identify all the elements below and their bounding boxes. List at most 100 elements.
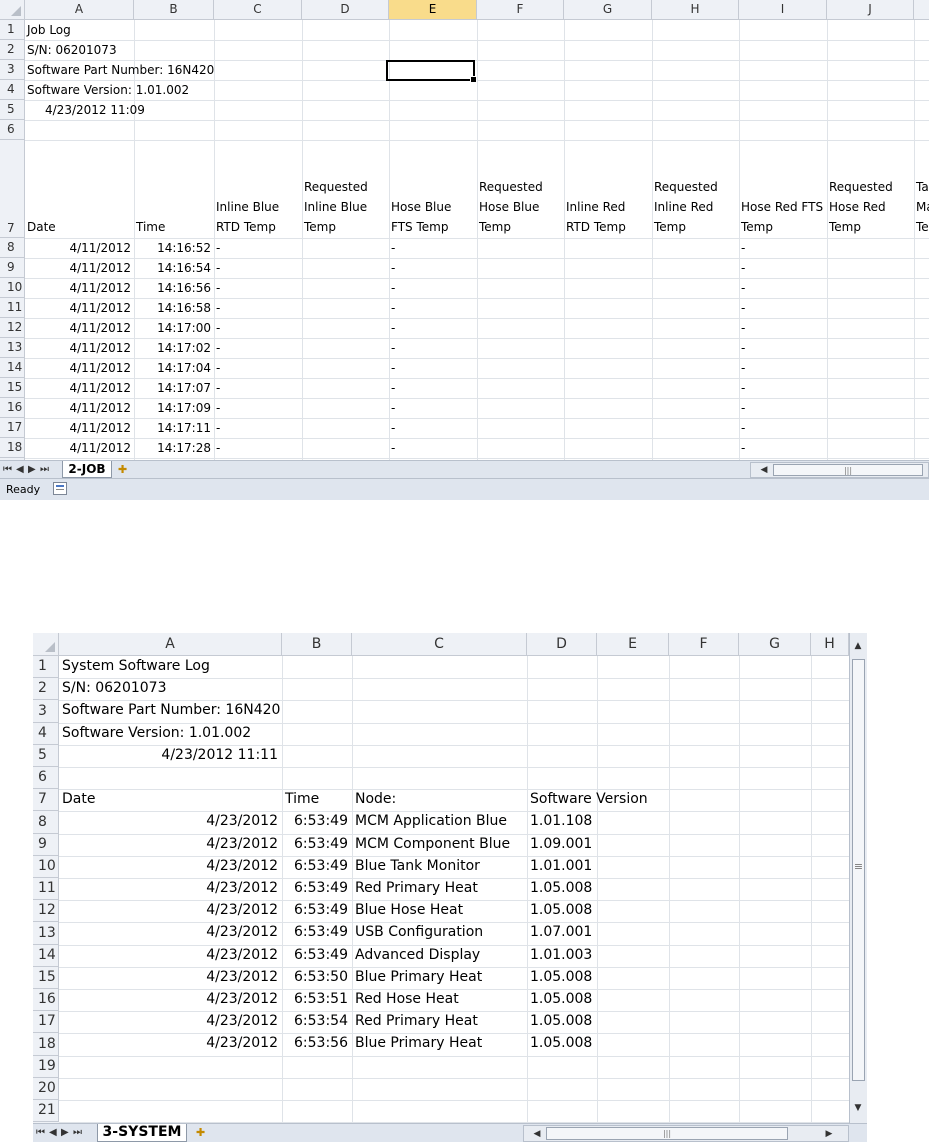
time-cell[interactable]: 6:53:54 <box>285 1013 348 1029</box>
row-header-17[interactable]: 17 <box>0 418 25 438</box>
header-cell[interactable]: Temp <box>654 220 686 234</box>
inline-blue-rtd-cell[interactable]: - <box>216 421 220 435</box>
row-header-15[interactable]: 15 <box>33 967 59 989</box>
horizontal-scroll-thumb[interactable]: ||| <box>546 1127 788 1140</box>
date-cell[interactable]: 4/11/2012 <box>27 321 131 335</box>
insert-sheet-icon[interactable]: ✚ <box>196 1126 216 1140</box>
header-cell[interactable]: Inline Blue <box>216 200 279 214</box>
date-cell[interactable]: 4/11/2012 <box>27 441 131 455</box>
hose-blue-fts-cell[interactable]: - <box>391 281 395 295</box>
version-cell[interactable]: 1.01.001 <box>530 858 592 874</box>
row-header-5[interactable]: 5 <box>0 100 25 120</box>
header-date[interactable]: Date <box>62 791 95 807</box>
inline-blue-rtd-cell[interactable]: - <box>216 381 220 395</box>
inline-blue-rtd-cell[interactable]: - <box>216 281 220 295</box>
column-header-c[interactable]: C <box>214 0 302 20</box>
column-header-i[interactable]: I <box>739 0 827 20</box>
time-cell[interactable]: 14:16:56 <box>136 281 211 295</box>
row-header-18[interactable]: 18 <box>0 438 25 458</box>
header-cell[interactable]: Date <box>27 220 56 234</box>
scroll-right-icon[interactable]: ▶ <box>824 1129 834 1139</box>
date-cell[interactable]: 4/23/2012 <box>62 813 278 829</box>
last-sheet-icon[interactable]: ⏭ <box>40 464 49 475</box>
node-cell[interactable]: Blue Primary Heat <box>355 969 482 985</box>
scroll-down-icon[interactable]: ▼ <box>850 1103 866 1113</box>
row-header-11[interactable]: 11 <box>33 878 59 900</box>
column-header-k[interactable] <box>914 0 929 20</box>
row-header-10[interactable]: 10 <box>33 856 59 878</box>
hose-red-fts-cell[interactable]: - <box>741 261 745 275</box>
time-cell[interactable]: 6:53:49 <box>285 924 348 940</box>
date-cell[interactable]: 4/11/2012 <box>27 361 131 375</box>
row-header-20[interactable]: 20 <box>33 1078 59 1100</box>
row-header-1[interactable]: 1 <box>33 656 59 678</box>
version-cell[interactable]: 1.05.008 <box>530 1013 592 1029</box>
time-cell[interactable]: 6:53:49 <box>285 902 348 918</box>
node-cell[interactable]: Blue Primary Heat <box>355 1035 482 1051</box>
row-header-17[interactable]: 17 <box>33 1011 59 1033</box>
cell-part-number[interactable]: Software Part Number: 16N420 <box>62 702 280 718</box>
inline-blue-rtd-cell[interactable]: - <box>216 301 220 315</box>
header-cell[interactable]: Tan <box>916 180 929 194</box>
cell-title[interactable]: Job Log <box>27 23 71 37</box>
row-header-6[interactable]: 6 <box>33 767 59 789</box>
prev-sheet-icon[interactable]: ◀ <box>49 1127 57 1138</box>
header-cell[interactable]: Hose Blue <box>479 200 539 214</box>
header-cell[interactable]: Requested <box>479 180 543 194</box>
date-cell[interactable]: 4/23/2012 <box>62 1035 278 1051</box>
header-node[interactable]: Node: <box>355 791 396 807</box>
date-cell[interactable]: 4/23/2012 <box>62 947 278 963</box>
header-cell[interactable]: Temp <box>741 220 773 234</box>
header-cell[interactable]: Inline Red <box>654 200 713 214</box>
node-cell[interactable]: Red Hose Heat <box>355 991 459 1007</box>
horizontal-scroll-thumb[interactable]: ||| <box>773 464 923 476</box>
time-cell[interactable]: 14:17:04 <box>136 361 211 375</box>
date-cell[interactable]: 4/11/2012 <box>27 341 131 355</box>
inline-blue-rtd-cell[interactable]: - <box>216 261 220 275</box>
cell-grid[interactable]: System Software Log S/N: 06201073 Software… <box>59 656 849 1123</box>
header-cell[interactable]: Requested <box>304 180 368 194</box>
hose-red-fts-cell[interactable]: - <box>741 321 745 335</box>
column-header-c[interactable]: C <box>352 633 527 656</box>
version-cell[interactable]: 1.01.003 <box>530 947 592 963</box>
macro-record-icon[interactable] <box>53 482 67 495</box>
row-header-14[interactable]: 14 <box>33 945 59 967</box>
node-cell[interactable]: MCM Component Blue <box>355 836 510 852</box>
date-cell[interactable]: 4/11/2012 <box>27 421 131 435</box>
header-cell[interactable]: Ma <box>916 200 929 214</box>
node-cell[interactable]: Advanced Display <box>355 947 480 963</box>
cell-version[interactable]: Software Version: 1.01.002 <box>62 725 251 741</box>
cell-timestamp[interactable]: 4/23/2012 11:11 <box>62 747 278 763</box>
last-sheet-icon[interactable]: ⏭ <box>73 1127 82 1138</box>
inline-blue-rtd-cell[interactable]: - <box>216 401 220 415</box>
column-header-g[interactable]: G <box>739 633 811 656</box>
date-cell[interactable]: 4/11/2012 <box>27 381 131 395</box>
hose-red-fts-cell[interactable]: - <box>741 441 745 455</box>
time-cell[interactable]: 6:53:56 <box>285 1035 348 1051</box>
column-header-h[interactable]: H <box>811 633 849 656</box>
version-cell[interactable]: 1.05.008 <box>530 969 592 985</box>
row-header-7[interactable]: 7 <box>33 789 59 811</box>
hose-red-fts-cell[interactable]: - <box>741 241 745 255</box>
hose-red-fts-cell[interactable]: - <box>741 341 745 355</box>
horizontal-scrollbar[interactable]: ◀ ||| ▶ <box>523 1125 849 1142</box>
row-header-8[interactable]: 8 <box>0 238 25 258</box>
hose-blue-fts-cell[interactable]: - <box>391 441 395 455</box>
header-cell[interactable]: RTD Temp <box>566 220 626 234</box>
header-time[interactable]: Time <box>285 791 319 807</box>
date-cell[interactable]: 4/11/2012 <box>27 301 131 315</box>
column-header-f[interactable]: F <box>477 0 564 20</box>
hose-blue-fts-cell[interactable]: - <box>391 301 395 315</box>
time-cell[interactable]: 14:16:54 <box>136 261 211 275</box>
hose-red-fts-cell[interactable]: - <box>741 281 745 295</box>
date-cell[interactable]: 4/11/2012 <box>27 241 131 255</box>
row-header-10[interactable]: 10 <box>0 278 25 298</box>
inline-blue-rtd-cell[interactable]: - <box>216 321 220 335</box>
hose-blue-fts-cell[interactable]: - <box>391 341 395 355</box>
row-header-12[interactable]: 12 <box>33 900 59 922</box>
hose-blue-fts-cell[interactable]: - <box>391 421 395 435</box>
cell-grid[interactable]: Job Log S/N: 06201073 Software Part Number… <box>25 20 929 460</box>
date-cell[interactable]: 4/23/2012 <box>62 924 278 940</box>
column-header-d[interactable]: D <box>302 0 389 20</box>
date-cell[interactable]: 4/23/2012 <box>62 902 278 918</box>
